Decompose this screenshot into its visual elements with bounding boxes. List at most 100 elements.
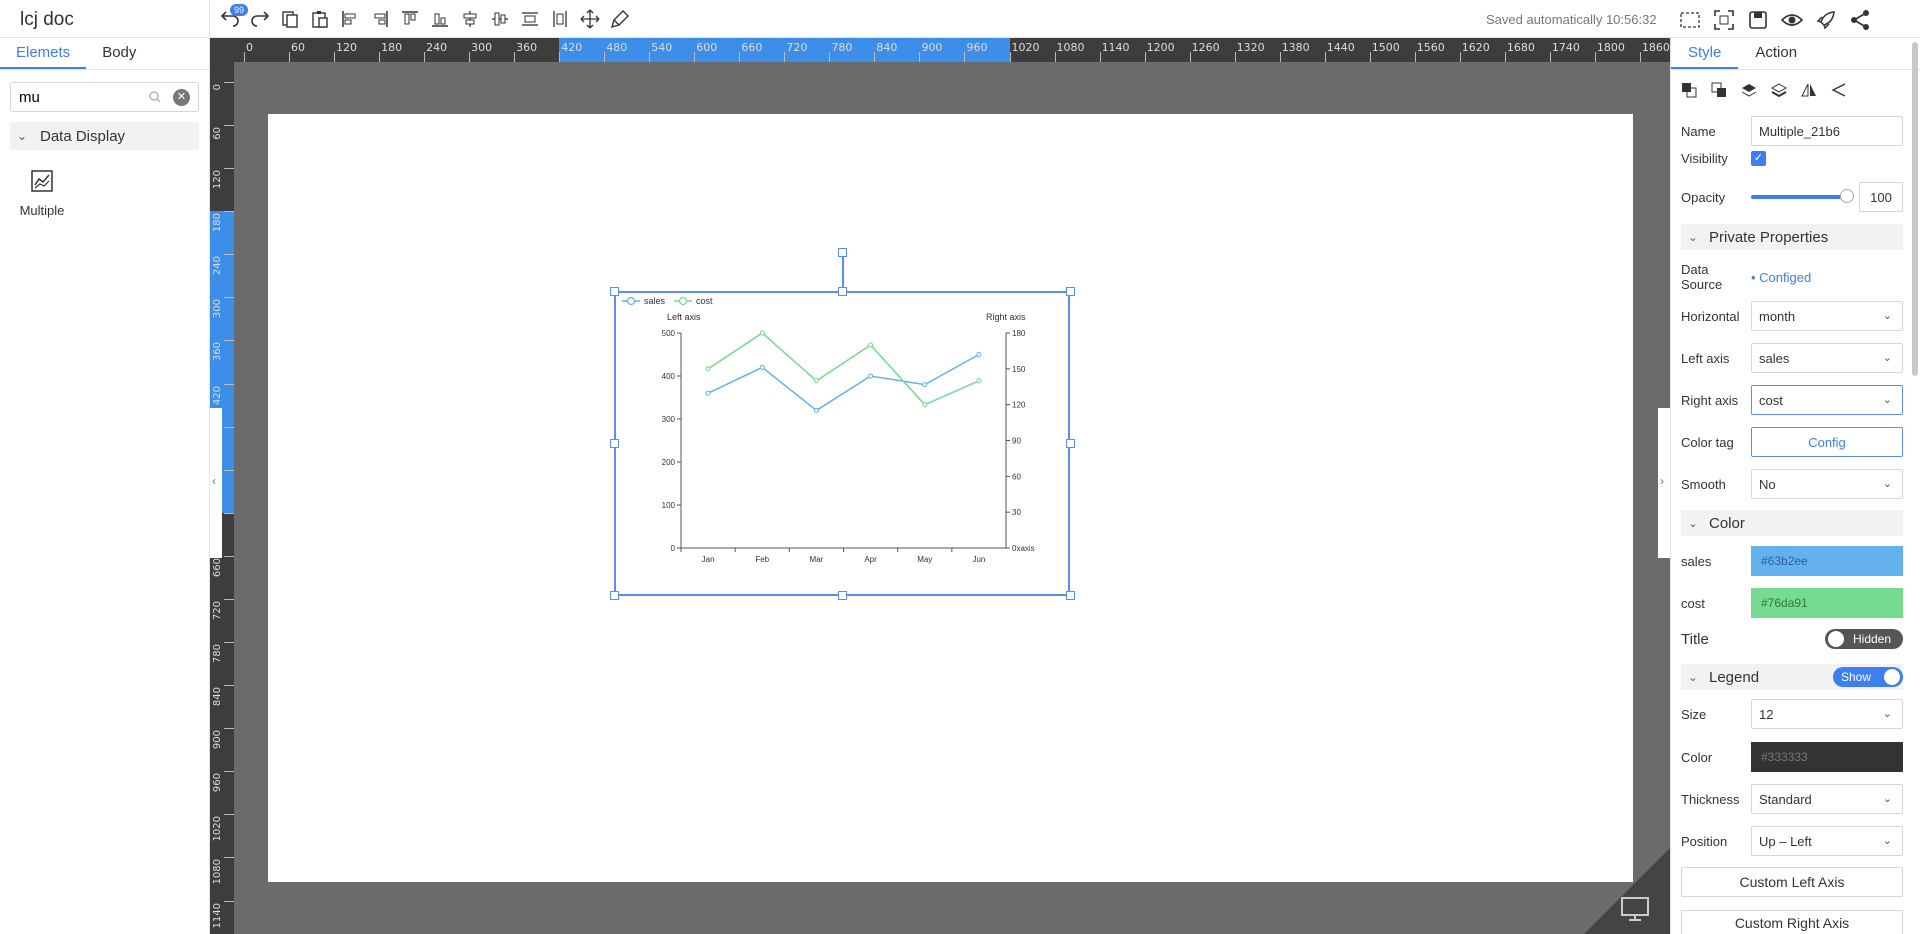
bring-to-front-icon[interactable]	[1741, 82, 1757, 98]
section-private-properties[interactable]: ⌄ Private Properties	[1681, 224, 1903, 250]
title-toggle[interactable]: Hidden	[1825, 629, 1903, 649]
opacity-slider-knob[interactable]	[1840, 189, 1854, 203]
section-color[interactable]: ⌄ Color	[1681, 510, 1903, 536]
resize-handle-se[interactable]	[1066, 591, 1075, 600]
data-point-cost	[759, 330, 765, 336]
distribute-h-button[interactable]	[518, 7, 542, 31]
data-point-cost	[813, 378, 819, 384]
undo-button[interactable]: 99	[218, 4, 249, 31]
right-scrollbar[interactable]	[1912, 42, 1918, 376]
x-tick-label: Jun	[972, 555, 985, 564]
ruler-h-tick	[1639, 52, 1641, 62]
visibility-checkbox[interactable]: ✓	[1751, 151, 1766, 166]
ruler-h-tick	[964, 52, 966, 62]
align-bottom-button[interactable]	[428, 7, 452, 31]
sales-color-swatch[interactable]: #63b2ee	[1751, 546, 1903, 576]
right-collapse-tab[interactable]: ›	[1658, 408, 1670, 558]
resize-handle-sw[interactable]	[610, 591, 619, 600]
tab-style[interactable]: Style	[1671, 38, 1739, 69]
data-point-cost	[868, 342, 874, 348]
resize-handle-e[interactable]	[1066, 439, 1075, 448]
distribute-v-button[interactable]	[548, 7, 572, 31]
tab-body[interactable]: Body	[86, 38, 152, 69]
ruler-horizontal: 0 60 120 180 240 300 360 420 480 540 600 660 720 780 8…	[234, 38, 1670, 62]
resize-handle-n[interactable]	[838, 287, 847, 296]
smooth-select[interactable]: No ⌄	[1751, 469, 1903, 499]
thickness-select[interactable]: Standard ⌄	[1751, 784, 1903, 814]
monitor-icon[interactable]	[1620, 896, 1650, 922]
custom-left-axis-button[interactable]: Custom Left Axis	[1681, 867, 1903, 897]
resize-handle-s[interactable]	[838, 591, 847, 600]
position-select[interactable]: Up – Left ⌄	[1751, 826, 1903, 856]
horizontal-select[interactable]: month ⌄	[1751, 301, 1903, 331]
align-left-button[interactable]	[338, 7, 362, 31]
publish-button[interactable]	[1814, 8, 1838, 32]
paste-button[interactable]	[308, 7, 332, 31]
ruler-h-tick	[694, 52, 696, 62]
legend-toggle[interactable]: Show	[1833, 667, 1903, 687]
opacity-input[interactable]: 100	[1859, 182, 1903, 212]
brush-button[interactable]	[608, 7, 632, 31]
copy-button[interactable]	[278, 7, 302, 31]
align-center-h-icon	[463, 11, 477, 27]
resize-handle-ne[interactable]	[1066, 287, 1075, 296]
right-axis-select[interactable]: cost ⌄	[1751, 385, 1903, 415]
search-input[interactable]	[11, 83, 141, 111]
flip-vertical-icon[interactable]	[1831, 82, 1847, 98]
flip-horizontal-icon[interactable]	[1801, 82, 1817, 98]
cost-color-swatch[interactable]: #76da91	[1751, 588, 1903, 618]
left-tabs: Elemets Body	[0, 38, 209, 70]
fullscreen-button[interactable]	[1712, 8, 1736, 32]
component-multiple[interactable]: Multiple	[14, 168, 70, 218]
send-to-back-icon[interactable]	[1771, 82, 1787, 98]
redo-button[interactable]	[248, 7, 272, 31]
color-tag-config-button[interactable]: Config	[1751, 427, 1903, 457]
opacity-slider[interactable]	[1751, 189, 1854, 203]
ruler-v-tick	[224, 340, 234, 342]
ruler-v-tick	[224, 771, 234, 773]
ruler-v-tick	[224, 900, 234, 902]
canvas-area[interactable]: 0 60 120 180 240 300 360 420 480 540 600 660 720 780 8…	[210, 38, 1670, 934]
align-center-h-button[interactable]	[458, 7, 482, 31]
tab-elements[interactable]: Elemets	[0, 38, 87, 69]
move-button[interactable]	[578, 7, 602, 31]
resize-handle-w[interactable]	[610, 439, 619, 448]
chart-component[interactable]: Left axis Right axis 0 100 200 300 400 500 0xaxi…	[614, 291, 1070, 596]
bring-forward-icon[interactable]	[1681, 82, 1697, 98]
right-toolbar	[1678, 8, 1872, 32]
ruler-h-label: 1380	[1281, 41, 1310, 54]
name-input[interactable]: Multiple_21b6	[1751, 116, 1903, 146]
legend-color-swatch[interactable]: #333333	[1751, 742, 1903, 772]
tab-action[interactable]: Action	[1738, 38, 1814, 69]
thickness-value: Standard	[1759, 791, 1812, 807]
group-data-display[interactable]: ⌄ Data Display	[10, 122, 199, 150]
chevron-down-icon: ⌄	[1688, 517, 1698, 530]
left-tick-label: 400	[662, 372, 676, 381]
page-canvas[interactable]: Left axis Right axis 0 100 200 300 400 500 0xaxi…	[268, 114, 1633, 882]
data-source-link[interactable]: • Configed	[1751, 270, 1811, 285]
ruler-h-label: 1440	[1326, 41, 1355, 54]
custom-right-axis-button[interactable]: Custom Right Axis	[1681, 910, 1903, 934]
align-center-v-button[interactable]	[488, 7, 512, 31]
resize-handle-nw[interactable]	[610, 287, 619, 296]
clear-search-icon[interactable]: ✕	[173, 89, 190, 106]
preview-button[interactable]	[1780, 8, 1804, 32]
share-button[interactable]	[1848, 8, 1872, 32]
send-backward-icon[interactable]	[1711, 82, 1727, 98]
left-axis-select[interactable]: sales ⌄	[1751, 343, 1903, 373]
section-legend[interactable]: ⌄ Legend Show	[1681, 664, 1903, 690]
save-button[interactable]	[1746, 8, 1770, 32]
left-collapse-tab[interactable]: ‹	[210, 408, 222, 558]
resolution-button[interactable]	[1678, 8, 1702, 32]
size-select[interactable]: 12 ⌄	[1751, 699, 1903, 729]
ruler-h-label: 120	[336, 41, 358, 54]
copy-icon	[282, 11, 298, 28]
ruler-v-label: 60	[212, 127, 223, 140]
ruler-h-label: 420	[561, 41, 583, 54]
data-point-cost	[705, 366, 711, 372]
right-tick-label: 60	[1012, 472, 1021, 481]
rotate-handle[interactable]	[838, 248, 847, 257]
align-right-button[interactable]	[368, 7, 392, 31]
left-axis-row: Left axis sales ⌄	[1681, 343, 1903, 373]
align-top-button[interactable]	[398, 7, 422, 31]
